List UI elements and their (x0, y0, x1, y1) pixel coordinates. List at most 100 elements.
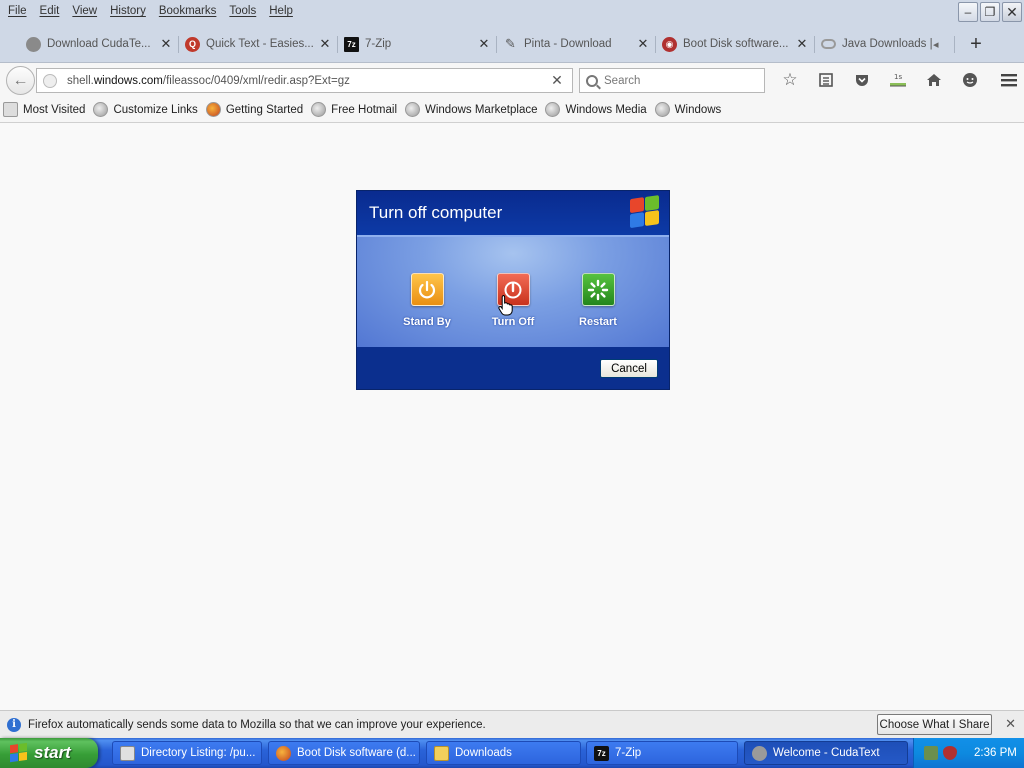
dialog-header: Turn off computer (357, 191, 669, 235)
bookmark-most-visited[interactable]: Most Visited (3, 102, 85, 117)
menu-bookmarks[interactable]: Bookmarks (154, 5, 222, 17)
bookmarks-toolbar: Most Visited Customize Links Getting Sta… (0, 97, 1024, 123)
close-tab-icon[interactable]: ✕ (318, 36, 332, 52)
bookmark-getting-started[interactable]: Getting Started (205, 102, 304, 117)
navigation-toolbar: shell.windows.com/fileassoc/0409/xml/red… (0, 62, 1024, 97)
close-tab-icon[interactable]: ✕ (636, 36, 650, 52)
taskbar-item-directory-listing[interactable]: Directory Listing: /pu... (112, 741, 262, 765)
bookmark-windows[interactable]: Windows (654, 102, 722, 117)
globe-icon (311, 102, 327, 117)
chat-icon[interactable] (952, 67, 988, 93)
info-icon: i (7, 717, 21, 732)
bookmark-windows-marketplace[interactable]: Windows Marketplace (405, 102, 537, 117)
menu-help[interactable]: Help (264, 5, 298, 17)
close-tab-icon[interactable]: ✕ (477, 36, 491, 52)
tab-title: Pinta - Download (524, 38, 612, 50)
new-tab-button[interactable]: + (961, 29, 991, 59)
pinta-icon: ✎ (505, 36, 516, 51)
close-notification-icon[interactable]: ✕ (1005, 716, 1016, 732)
close-window-button[interactable]: ✕ (1002, 2, 1022, 22)
cudatext-icon (26, 36, 41, 52)
menu-bar: File Edit View History Bookmarks Tools H… (0, 0, 301, 22)
downloads-icon[interactable]: 1s (880, 67, 916, 93)
stop-icon[interactable]: ✕ (542, 72, 572, 89)
tab-scroll-icon[interactable]: ◂ (933, 38, 949, 51)
stand-by-option[interactable]: Stand By (392, 273, 462, 328)
bookmark-label: Getting Started (225, 103, 304, 116)
bookmark-label: Windows Marketplace (425, 103, 538, 116)
network-icon[interactable] (924, 746, 938, 760)
quicktext-icon: Q (185, 36, 200, 52)
globe-icon (93, 102, 109, 117)
turn-off-dialog: Turn off computer Stand By Turn Off Rest… (356, 190, 670, 390)
security-shield-icon[interactable] (943, 746, 957, 760)
data-sharing-notification: i Firefox automatically sends some data … (0, 710, 1024, 738)
reading-list-icon[interactable] (808, 67, 844, 93)
bookmark-label: Customize Links (113, 103, 198, 116)
windows-flag-icon (10, 742, 28, 764)
bookmark-label: Windows (674, 103, 722, 116)
choose-what-i-share-button[interactable]: Choose What I Share (877, 714, 992, 735)
dialog-options-panel: Stand By Turn Off Restart (357, 235, 669, 347)
tab-title: Quick Text - Easies... (206, 38, 314, 50)
restore-button[interactable]: ❐ (980, 2, 1000, 22)
bookmark-free-hotmail[interactable]: Free Hotmail (311, 102, 397, 117)
globe-icon (654, 102, 670, 117)
taskbar-item-cudatext[interactable]: Welcome - CudaText (744, 741, 908, 765)
clock[interactable]: 2:36 PM (974, 747, 1017, 759)
restart-icon (587, 279, 609, 300)
close-tab-icon[interactable]: ✕ (159, 36, 173, 52)
stand-by-button[interactable] (410, 273, 444, 306)
url-prefix: shell. (67, 74, 94, 87)
menu-icon[interactable] (988, 67, 1024, 93)
tab-quick-text[interactable]: Q Quick Text - Easies... ✕ (179, 29, 338, 59)
firefox-icon (276, 745, 291, 761)
address-bar[interactable]: shell.windows.com/fileassoc/0409/xml/red… (36, 68, 573, 93)
pocket-icon[interactable] (844, 67, 880, 93)
tab-pinta[interactable]: ✎ Pinta - Download ✕ (497, 29, 656, 59)
start-button[interactable]: start (0, 738, 98, 768)
svg-text:1s: 1s (894, 73, 902, 81)
bootdisk-icon: ◉ (662, 36, 677, 52)
menu-view[interactable]: View (67, 5, 102, 17)
restart-option[interactable]: Restart (563, 273, 633, 328)
home-icon[interactable] (916, 67, 952, 93)
window-titlebar: File Edit View History Bookmarks Tools H… (0, 0, 1024, 62)
stand-by-label: Stand By (403, 316, 451, 328)
tab-download-cudatext[interactable]: Download CudaTe... ✕ (20, 29, 179, 59)
back-button[interactable]: ← (6, 66, 35, 95)
browser-window-icon (120, 745, 135, 761)
taskbar-item-boot-disk[interactable]: Boot Disk software (d... (268, 741, 420, 765)
tab-title: Boot Disk software... (683, 38, 789, 50)
dialog-footer: Cancel (357, 347, 669, 389)
menu-file[interactable]: File (3, 5, 32, 17)
most-visited-icon (3, 102, 18, 117)
restart-button[interactable] (581, 273, 615, 306)
hand-cursor-icon (498, 295, 513, 316)
url-domain: windows.com (93, 74, 163, 87)
url-text[interactable]: shell.windows.com/fileassoc/0409/xml/red… (67, 75, 542, 87)
menu-history[interactable]: History (105, 5, 151, 17)
search-input[interactable]: Search (579, 68, 765, 93)
site-identity-icon[interactable] (43, 73, 57, 88)
tab-boot-disk[interactable]: ◉ Boot Disk software... ✕ (656, 29, 815, 59)
menu-edit[interactable]: Edit (35, 5, 65, 17)
tab-7zip[interactable]: 7z 7-Zip ✕ (338, 29, 497, 59)
7zip-icon: 7z (594, 745, 609, 761)
globe-icon (545, 102, 561, 117)
tab-title: 7-Zip (365, 38, 392, 50)
cancel-button[interactable]: Cancel (600, 359, 658, 378)
power-icon (418, 280, 436, 298)
menu-tools[interactable]: Tools (224, 5, 261, 17)
taskbar-item-downloads[interactable]: Downloads (426, 741, 581, 765)
turn-off-label: Turn Off (491, 316, 535, 328)
close-tab-icon[interactable]: ✕ (795, 36, 809, 52)
tab-java-downloads[interactable]: Java Downloads | ... ◂ (815, 29, 955, 59)
task-label: Downloads (455, 747, 512, 759)
bookmark-windows-media[interactable]: Windows Media (545, 102, 647, 117)
firefox-icon (205, 102, 221, 117)
bookmark-customize-links[interactable]: Customize Links (93, 102, 198, 117)
minimize-button[interactable]: – (958, 2, 978, 22)
bookmark-star-icon[interactable]: ☆ (772, 67, 808, 93)
taskbar-item-7zip[interactable]: 7z 7-Zip (586, 741, 738, 765)
